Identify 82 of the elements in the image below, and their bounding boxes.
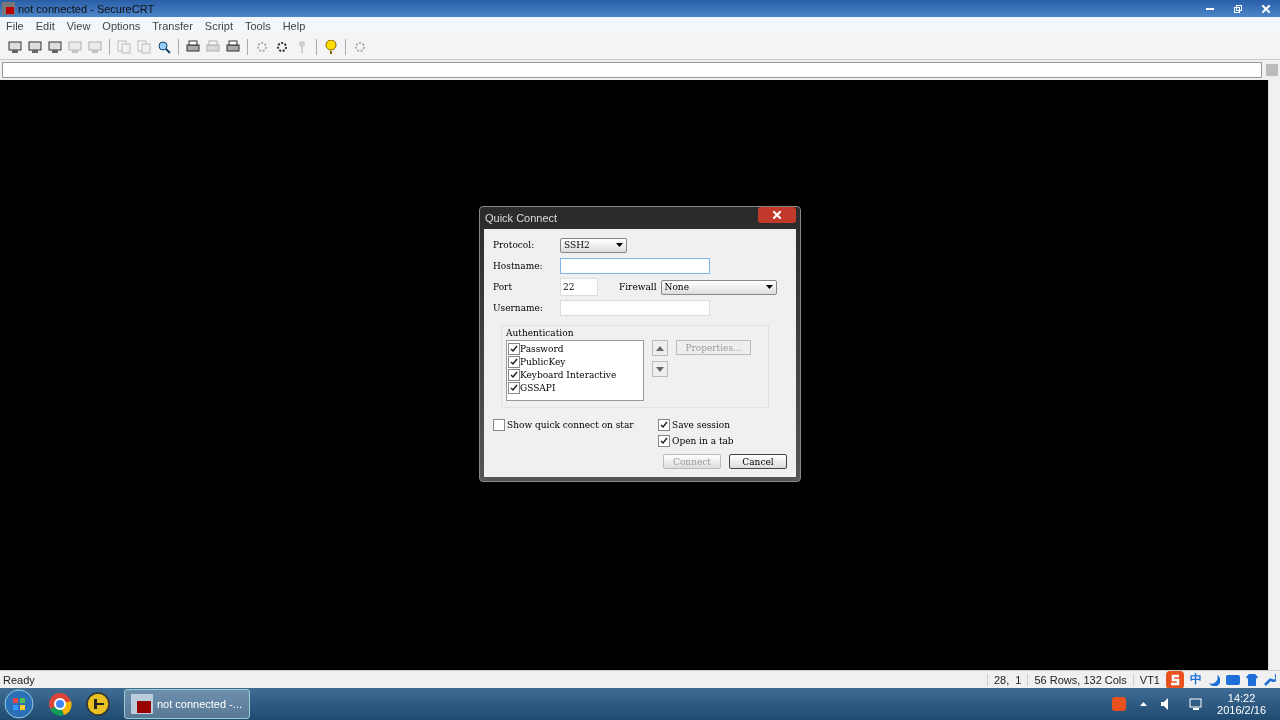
computer-icon <box>68 39 82 54</box>
menu-item[interactable]: Help <box>276 19 312 32</box>
computer-icon <box>48 39 62 54</box>
gear-icon <box>255 39 269 54</box>
down-triangle-icon <box>656 366 664 372</box>
address-field[interactable] <box>2 62 1262 78</box>
help-icon <box>325 39 337 54</box>
field-label: Protocol: <box>493 240 536 250</box>
text-field[interactable] <box>560 300 710 316</box>
terminal-size: 56 Rows, 132 Cols <box>1027 673 1133 686</box>
key-icon <box>297 39 307 54</box>
gear-icon <box>275 39 289 54</box>
caret-icon <box>616 243 623 247</box>
restore-icon <box>1234 4 1242 13</box>
printer-icon <box>226 39 240 54</box>
gear-icon <box>353 39 367 54</box>
menu-item[interactable]: Transfer <box>146 19 199 32</box>
taskbar-window-button[interactable]: not connected -... <box>124 689 250 719</box>
window-title: not connected - SecureCRT <box>18 2 156 15</box>
checkbox[interactable] <box>658 419 670 431</box>
cursor-position: 28, 1 <box>986 673 1028 686</box>
field-label: Username: <box>493 303 544 313</box>
printer-icon <box>186 39 200 54</box>
group-title: Authentication <box>506 328 575 338</box>
computer-icon <box>28 39 42 54</box>
checkbox[interactable] <box>493 419 505 431</box>
network-icon[interactable] <box>1189 698 1204 710</box>
auth-method-label[interactable]: Keyboard Interactive <box>520 369 617 380</box>
firewall-dropdown[interactable]: None <box>660 279 777 295</box>
auth-method-label[interactable]: PublicKey <box>520 356 566 367</box>
clock[interactable]: 14:22 2016/2/16 <box>1217 692 1280 716</box>
field-label: Firewall <box>619 282 657 292</box>
scrollbar[interactable] <box>1268 80 1280 670</box>
field-label: Hostname: <box>493 261 544 271</box>
computer-icon <box>88 39 102 54</box>
text-field[interactable] <box>560 258 710 274</box>
menu-item[interactable]: View <box>60 19 97 32</box>
dialog-title: Quick Connect <box>485 212 559 224</box>
browser-icon[interactable] <box>48 692 72 716</box>
start-button[interactable] <box>4 689 34 719</box>
auth-method-label[interactable]: Password <box>520 343 564 354</box>
moon-icon[interactable] <box>1208 673 1220 686</box>
computer-icon <box>8 39 22 54</box>
minimize-icon <box>1206 7 1214 10</box>
menu-item[interactable]: Tools <box>238 19 277 32</box>
option-label[interactable]: Save session <box>672 420 731 430</box>
caret-icon <box>765 285 773 289</box>
menu-item[interactable]: File <box>0 19 30 32</box>
status-text: Ready <box>2 673 36 686</box>
close-icon <box>773 211 781 219</box>
caret-icon[interactable] <box>1140 702 1148 706</box>
checkbox[interactable] <box>508 368 520 381</box>
menu-item[interactable]: Edit <box>29 19 61 32</box>
checkbox[interactable] <box>508 342 520 355</box>
protocol-dropdown[interactable]: SSH2 <box>560 237 627 253</box>
printer-icon <box>206 39 220 54</box>
close-button[interactable] <box>758 207 796 223</box>
up-triangle-icon <box>656 345 664 351</box>
port-field[interactable]: 22 <box>560 278 598 296</box>
auth-method-label[interactable]: GSSAPI <box>520 382 556 393</box>
editor-icon[interactable] <box>86 692 110 716</box>
ime-mode[interactable]: 中 <box>1190 671 1202 688</box>
pages-icon <box>117 39 131 54</box>
option-label[interactable]: Open in a tab <box>672 436 734 446</box>
checkbox[interactable] <box>508 381 520 394</box>
menu-item[interactable]: Script <box>198 19 239 32</box>
app-icon <box>131 694 153 714</box>
search-icon <box>157 39 171 54</box>
checkbox[interactable] <box>508 355 520 368</box>
pages-icon <box>137 39 151 54</box>
close-icon <box>1262 4 1270 13</box>
field-label: Port <box>493 282 514 292</box>
move-up-button[interactable] <box>652 340 668 356</box>
shirt-icon[interactable] <box>1246 673 1258 686</box>
menu-item[interactable]: Options <box>96 19 147 32</box>
dialog-button[interactable]: Cancel <box>729 454 787 469</box>
app-icon <box>2 2 15 15</box>
keyboard-icon[interactable] <box>1226 674 1240 685</box>
checkbox[interactable] <box>658 435 670 447</box>
option-label[interactable]: Show quick connect on star <box>507 420 634 430</box>
move-down-button[interactable] <box>652 361 668 377</box>
ime-logo-icon[interactable] <box>1166 670 1184 689</box>
